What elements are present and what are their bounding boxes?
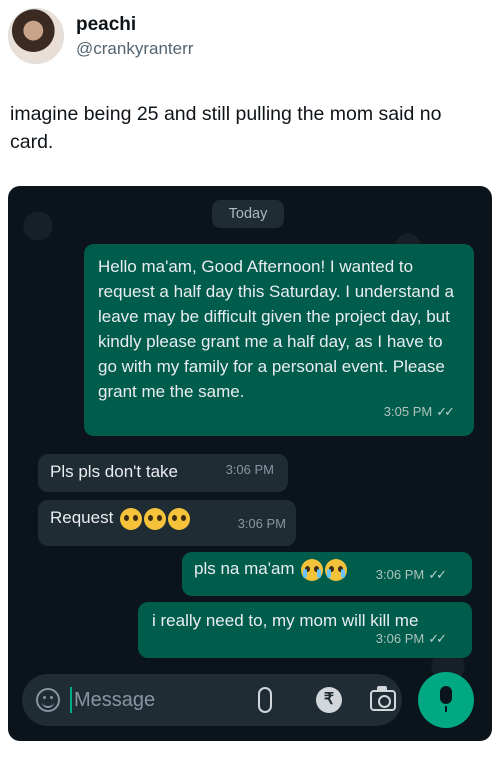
message-time: 3:06 PM ✓✓ (376, 626, 447, 652)
rupee-icon[interactable]: ₹ (316, 687, 342, 713)
date-chip: Today (212, 200, 284, 228)
crying-face-emoji-icon (325, 558, 348, 581)
tweet-header: peachi @crankyranterr (8, 8, 193, 64)
message-time: 3:06 PM (237, 516, 286, 531)
attach-icon[interactable] (258, 687, 272, 713)
double-check-icon: ✓✓ (436, 404, 455, 419)
message-bubble-outgoing: pls na ma'am 3:06 PM ✓✓ (182, 552, 472, 596)
message-text: Request (50, 508, 114, 527)
message-bubble-outgoing: Hello ma'am, Good Afternoon! I wanted to… (84, 244, 474, 436)
pleading-face-emoji-icon (168, 507, 191, 530)
message-bubble-outgoing: i really need to, my mom will kill me 3:… (138, 602, 472, 658)
message-input[interactable] (74, 686, 234, 714)
message-composer: ₹ (22, 674, 402, 726)
message-bubble-incoming: Pls pls don't take 3:06 PM (38, 454, 288, 492)
message-time: 3:06 PM ✓✓ (376, 558, 447, 592)
camera-icon[interactable] (370, 686, 396, 711)
avatar[interactable] (8, 8, 64, 64)
author-names: peachi @crankyranterr (76, 14, 193, 59)
emoji-icon[interactable] (36, 688, 60, 712)
tweet-text: imagine being 25 and still pulling the m… (10, 103, 442, 153)
crying-face-emoji-icon (301, 558, 324, 581)
text-caret (70, 687, 72, 713)
pleading-face-emoji-icon (144, 507, 167, 530)
message-bubble-incoming: Request 3:06 PM (38, 500, 296, 546)
message-text: pls na ma'am (194, 559, 295, 578)
mic-button[interactable] (418, 672, 474, 728)
message-text: Pls pls don't take (50, 462, 178, 481)
message-time: 3:06 PM (225, 462, 274, 477)
mic-icon (440, 686, 452, 712)
handle[interactable]: @crankyranterr (76, 39, 193, 59)
display-name[interactable]: peachi (76, 14, 193, 36)
chat-screenshot: Today Hello ma'am, Good Afternoon! I wan… (8, 186, 492, 741)
pleading-face-emoji-icon (120, 507, 143, 530)
double-check-icon: ✓✓ (428, 631, 447, 646)
message-time: 3:05 PM ✓✓ (384, 399, 455, 424)
double-check-icon: ✓✓ (428, 567, 447, 582)
message-text: Hello ma'am, Good Afternoon! I wanted to… (98, 257, 454, 401)
